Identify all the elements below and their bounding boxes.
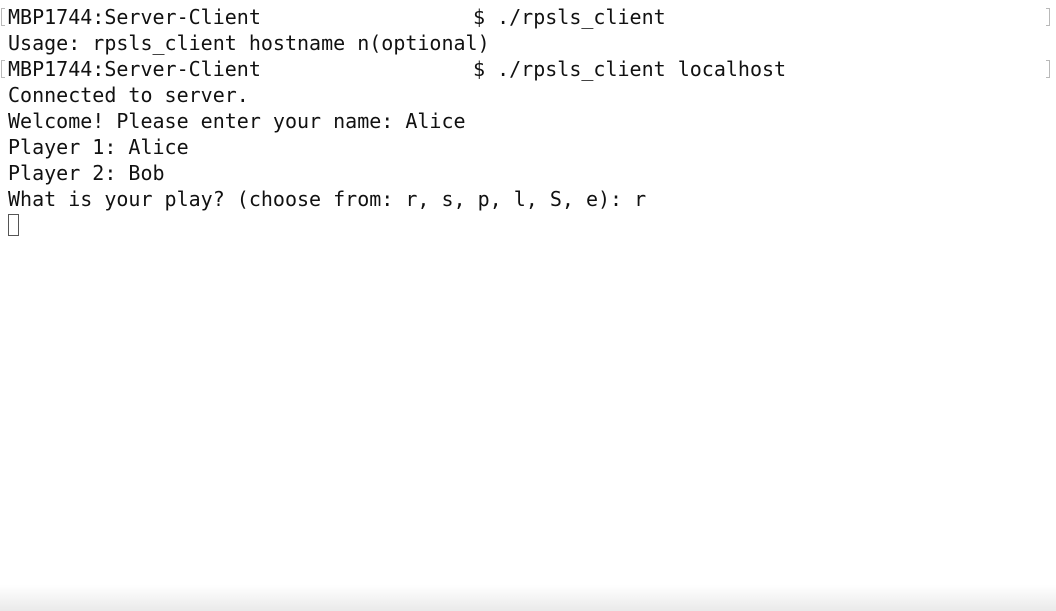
block-cursor-icon [8, 214, 19, 236]
prompt-host: MBP1744:Server-Client [8, 57, 261, 81]
output-line: Usage: rpsls_client hostname n(optional) [8, 31, 490, 55]
prompt-command: $ ./rpsls_client [473, 5, 666, 29]
prompt-command: $ ./rpsls_client localhost [473, 57, 787, 81]
prompt-line: MBP1744:Server-Client $ ./rpsls_client l… [0, 56, 1040, 82]
output-line: What is your play? (choose from: r, s, p… [8, 187, 647, 211]
window-bottom-edge [0, 585, 1056, 611]
mark-right-icon [1046, 60, 1050, 78]
prompt-host: MBP1744:Server-Client [8, 5, 261, 29]
output-line: Player 2: Bob [8, 161, 165, 185]
output-line: Welcome! Please enter your name: Alice [8, 109, 466, 133]
prompt-line: MBP1744:Server-Client $ ./rpsls_client [0, 4, 1040, 30]
output-line: Player 1: Alice [8, 135, 189, 159]
output-line: Connected to server. [8, 83, 249, 107]
mark-right-icon [1046, 8, 1050, 26]
terminal-window[interactable]: MBP1744:Server-Client $ ./rpsls_client U… [0, 0, 1056, 611]
